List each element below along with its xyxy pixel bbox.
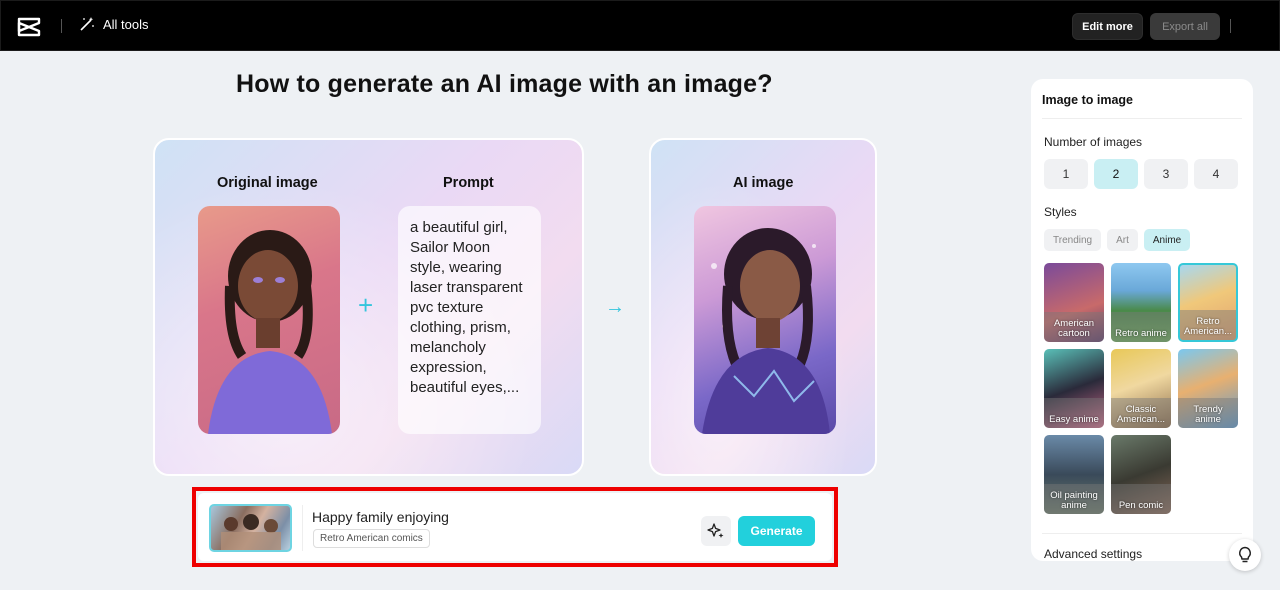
style-tile-label: American cartoon [1053, 318, 1095, 339]
capcut-logo-icon[interactable] [17, 15, 41, 37]
ai-image [694, 206, 836, 434]
sparkle-icon [707, 523, 724, 538]
style-tile-label: Retro anime [1115, 328, 1167, 339]
page-title: How to generate an AI image with an imag… [236, 70, 773, 98]
all-tools-label: All tools [103, 16, 149, 32]
tab-trending[interactable]: Trending [1044, 229, 1102, 251]
number-selector: 1 2 3 4 [1044, 159, 1238, 189]
number-option-4[interactable]: 4 [1194, 159, 1238, 189]
panel-divider [1042, 118, 1242, 119]
original-image-label: Original image [217, 175, 318, 191]
advanced-divider [1042, 533, 1242, 534]
style-tile-oil-painting-anime[interactable]: Oil painting anime [1044, 435, 1104, 514]
style-tile-classic-american[interactable]: Classic American... [1111, 349, 1171, 428]
style-tile-label: Oil painting anime [1050, 490, 1098, 511]
arrow-right-icon: → [605, 296, 625, 318]
export-all-button[interactable]: Export all [1150, 13, 1220, 40]
advanced-settings-toggle[interactable]: Advanced settings [1044, 547, 1142, 561]
sparkle-button[interactable] [701, 516, 731, 546]
topbar-divider-right [1230, 19, 1231, 33]
style-grid: American cartoon Retro anime Retro Ameri… [1044, 263, 1238, 514]
top-bar: All tools Edit more Export all [0, 0, 1280, 51]
topbar-divider [61, 19, 62, 33]
number-option-3[interactable]: 3 [1144, 159, 1188, 189]
prompt-label: Prompt [443, 175, 494, 191]
example-output-card: AI image [649, 138, 877, 476]
plus-icon: + [358, 290, 374, 320]
style-tile-label: Easy anime [1049, 414, 1099, 425]
tab-anime[interactable]: Anime [1143, 229, 1191, 251]
number-of-images-label: Number of images [1044, 135, 1143, 149]
magic-wand-icon [80, 17, 94, 31]
lightbulb-icon [1239, 546, 1251, 563]
number-option-2[interactable]: 2 [1094, 159, 1138, 189]
help-button[interactable] [1229, 539, 1261, 571]
original-image [198, 206, 340, 434]
generate-bar-divider [302, 505, 303, 551]
style-tile-retro-american[interactable]: Retro American... [1178, 263, 1238, 342]
generate-bar: Happy family enjoying Retro American com… [198, 493, 832, 561]
generate-button[interactable]: Generate [738, 516, 815, 546]
reference-image-thumbnail[interactable] [209, 504, 292, 552]
number-option-1[interactable]: 1 [1044, 159, 1088, 189]
prompt-example-text: a beautiful girl, Sailor Moon style, wea… [398, 206, 541, 434]
prompt-input[interactable]: Happy family enjoying [312, 509, 449, 525]
tab-art[interactable]: Art [1107, 229, 1138, 251]
style-tile-trendy-anime[interactable]: Trendy anime [1178, 349, 1238, 428]
example-input-card: Original image Prompt + a beautiful girl… [153, 138, 584, 476]
panel-title: Image to image [1042, 93, 1133, 107]
all-tools-button[interactable]: All tools [79, 16, 149, 32]
style-tile-american-cartoon[interactable]: American cartoon [1044, 263, 1104, 342]
style-tile-label: Pen comic [1118, 500, 1164, 511]
style-tile-retro-anime[interactable]: Retro anime [1111, 263, 1171, 342]
edit-more-button[interactable]: Edit more [1072, 13, 1143, 40]
style-tile-pen-comic[interactable]: Pen comic [1111, 435, 1171, 514]
style-tile-label: Classic American... [1116, 404, 1166, 425]
ai-image-label: AI image [733, 175, 794, 191]
style-tag[interactable]: Retro American comics [313, 529, 430, 548]
styles-label: Styles [1044, 205, 1077, 219]
style-tabs: Trending Art Anime [1044, 229, 1191, 251]
image-to-image-panel: Image to image Number of images 1 2 3 4 … [1031, 79, 1253, 561]
style-tile-label: Trendy anime [1193, 404, 1223, 425]
style-tile-label: Retro American... [1183, 316, 1233, 337]
style-tile-easy-anime[interactable]: Easy anime [1044, 349, 1104, 428]
